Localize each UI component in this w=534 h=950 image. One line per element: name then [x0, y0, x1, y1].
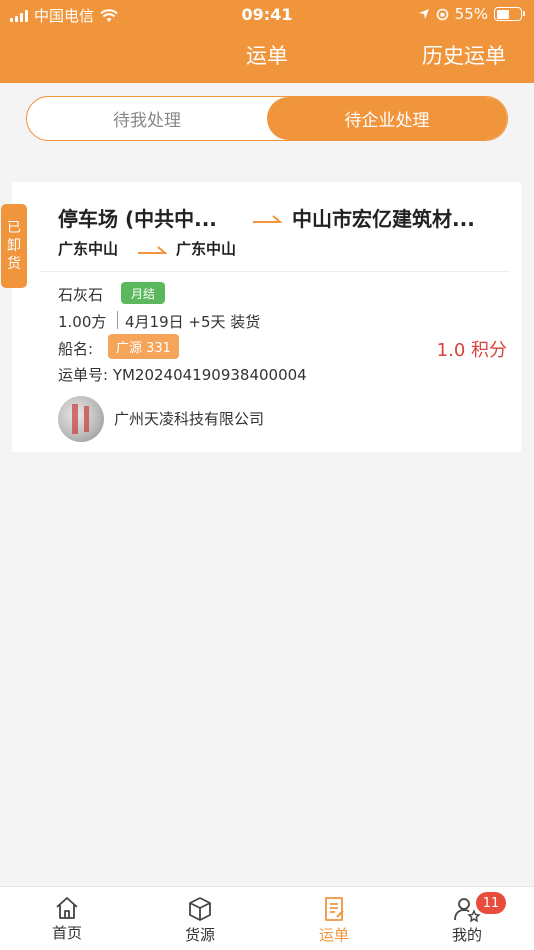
location-arrow-icon [418, 9, 429, 19]
history-waybill-button[interactable]: 历史运单 [422, 40, 506, 70]
waybill-number: 运单号: YM202404190938400004 [58, 366, 307, 384]
company-name: 广州天凌科技有限公司 [114, 410, 265, 428]
ship-name-badge: 广源 331 [108, 334, 179, 359]
status-tag-unloaded: 已 卸 货 [1, 204, 27, 288]
tab-goods[interactable]: 货源 [133, 887, 267, 950]
route-destination: 中山市宏亿建筑材... [292, 207, 475, 231]
tab-mine-label: 我的 [451, 926, 482, 944]
tab-waybill[interactable]: 运单 [267, 887, 401, 950]
region-arrow-icon [138, 246, 167, 254]
separator [117, 311, 118, 329]
battery-icon [494, 7, 525, 21]
ship-name-label: 船名: [58, 340, 94, 358]
tab-pending-me[interactable]: 待我处理 [27, 97, 267, 140]
card-divider [40, 271, 510, 272]
bottom-tab-bar: 首页 货源 运单 我的 11 [0, 886, 534, 950]
tab-waybill-label: 运单 [318, 926, 349, 944]
settlement-badge: 月结 [121, 282, 166, 304]
points-value: 1.0 积分 [436, 340, 507, 361]
segmented-control: 待我处理 待企业处理 [26, 96, 508, 141]
waybill-doc-icon [325, 897, 344, 921]
status-bar: 中国电信 09:41 55% [0, 0, 534, 30]
tab-home[interactable]: 首页 [0, 887, 134, 950]
tab-mine[interactable]: 我的 11 [400, 887, 534, 950]
tab-pending-company[interactable]: 待企业处理 [267, 97, 507, 140]
route-arrow-icon [253, 215, 282, 223]
loading-schedule: 4月19日 +5天 装货 [125, 313, 261, 331]
cargo-quantity: 1.00方 [58, 313, 107, 331]
cargo-name: 石灰石 [58, 286, 104, 304]
destination-region: 广东中山 [176, 240, 237, 258]
tab-home-label: 首页 [51, 924, 82, 942]
package-icon [189, 897, 211, 921]
orientation-lock-icon [436, 8, 448, 20]
battery-percent: 55% [454, 5, 488, 23]
notification-badge: 11 [476, 892, 506, 914]
company-avatar [58, 396, 104, 442]
home-icon [56, 897, 78, 919]
route-origin: 停车场 (中共中... [58, 207, 217, 231]
origin-region: 广东中山 [58, 240, 119, 258]
top-header: 中国电信 09:41 55% 运单 历史运单 [0, 0, 534, 83]
tab-goods-label: 货源 [184, 926, 215, 944]
